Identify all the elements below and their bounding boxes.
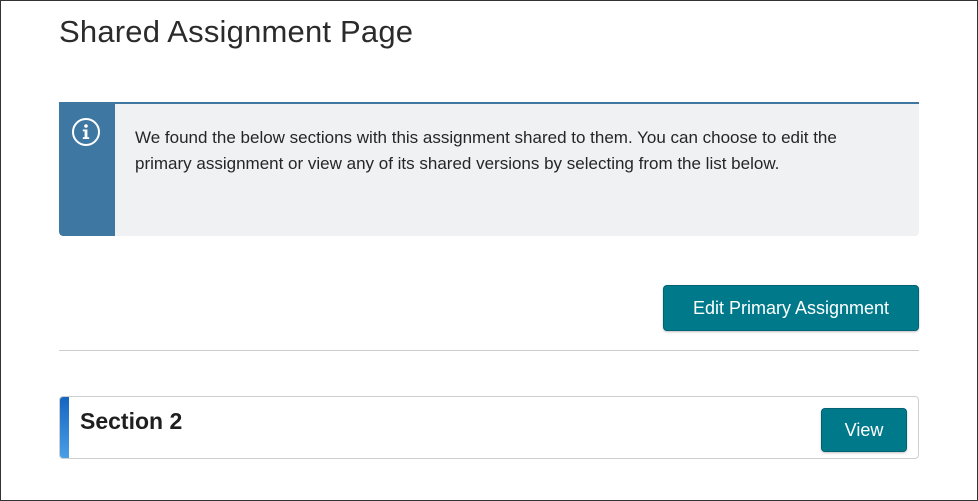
section-name: Section 2 bbox=[80, 408, 183, 434]
divider bbox=[59, 350, 919, 351]
info-alert-message: We found the below sections with this as… bbox=[135, 128, 837, 173]
view-section-button[interactable]: View bbox=[821, 408, 907, 452]
page-frame: Shared Assignment Page We found the belo… bbox=[0, 0, 978, 501]
edit-primary-assignment-button[interactable]: Edit Primary Assignment bbox=[663, 285, 919, 331]
info-alert-rail bbox=[59, 104, 115, 236]
info-alert: We found the below sections with this as… bbox=[59, 102, 919, 236]
section-card-accent bbox=[60, 397, 69, 458]
section-card: Section 2 View bbox=[59, 396, 919, 459]
info-icon bbox=[72, 118, 100, 146]
page-title: Shared Assignment Page bbox=[59, 14, 414, 49]
